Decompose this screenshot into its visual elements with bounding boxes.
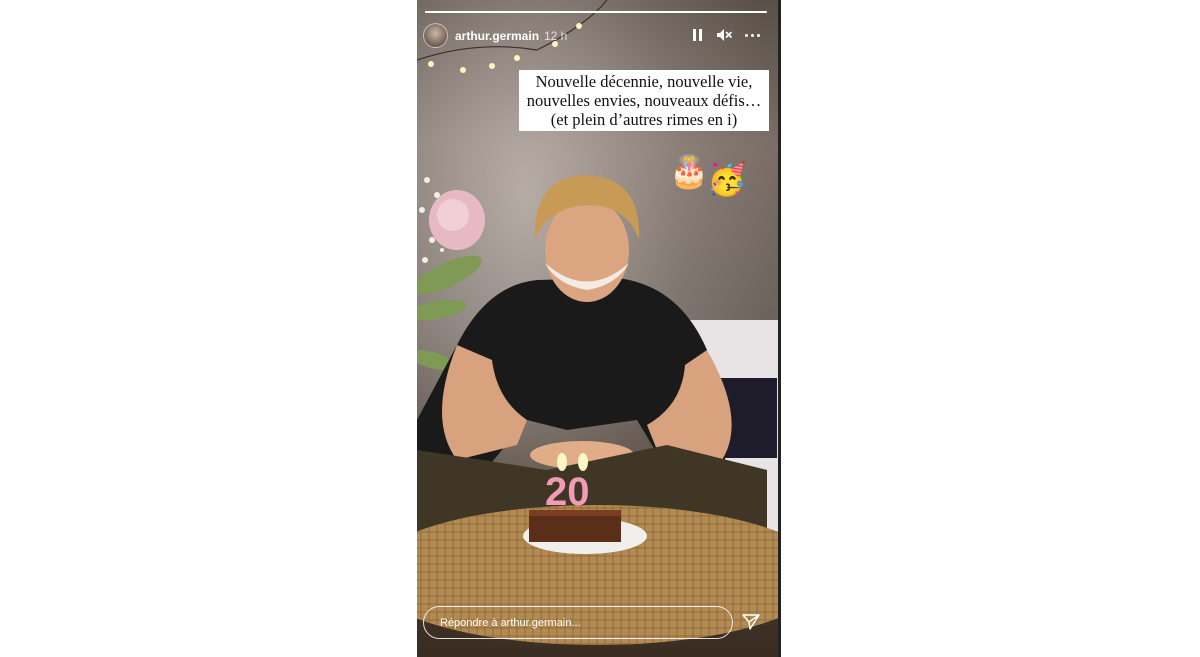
- avatar[interactable]: [423, 23, 448, 48]
- story-text-overlay: Nouvelle décennie, nouvelle vie, nouvell…: [519, 70, 769, 131]
- more-horizontal-icon: [751, 34, 754, 37]
- birthday-candles: 20: [545, 470, 590, 514]
- mute-button[interactable]: [714, 25, 734, 45]
- pause-icon: [693, 29, 696, 41]
- story-progress-bar: [425, 11, 767, 13]
- send-button[interactable]: [741, 612, 761, 632]
- overlay-line-3: (et plein d’autres rimes en i): [550, 110, 738, 129]
- more-horizontal-icon: [745, 34, 748, 37]
- pause-button[interactable]: [688, 25, 708, 45]
- story-header: arthur.germain 12 h: [423, 23, 769, 49]
- frame-edge: [778, 0, 781, 657]
- overlay-line-1: Nouvelle décennie, nouvelle vie,: [535, 72, 753, 91]
- story-viewer[interactable]: 20 arthur.germain 12 h Nouvelle décennie…: [417, 0, 781, 657]
- speaker-muted-icon: [717, 29, 732, 41]
- more-horizontal-icon: [757, 34, 760, 37]
- overlay-line-2: nouvelles envies, nouveaux défis…: [526, 91, 762, 110]
- timestamp: 12 h: [544, 29, 568, 43]
- more-options-button[interactable]: [741, 25, 765, 45]
- paper-plane-icon: [742, 614, 760, 630]
- reply-input[interactable]: [423, 606, 733, 639]
- story-progress-fill: [425, 11, 767, 13]
- username[interactable]: arthur.germain: [455, 29, 539, 43]
- pause-icon: [699, 29, 702, 41]
- cake-sticker: 🎂: [669, 153, 709, 189]
- party-face-sticker: 🥳: [707, 161, 747, 197]
